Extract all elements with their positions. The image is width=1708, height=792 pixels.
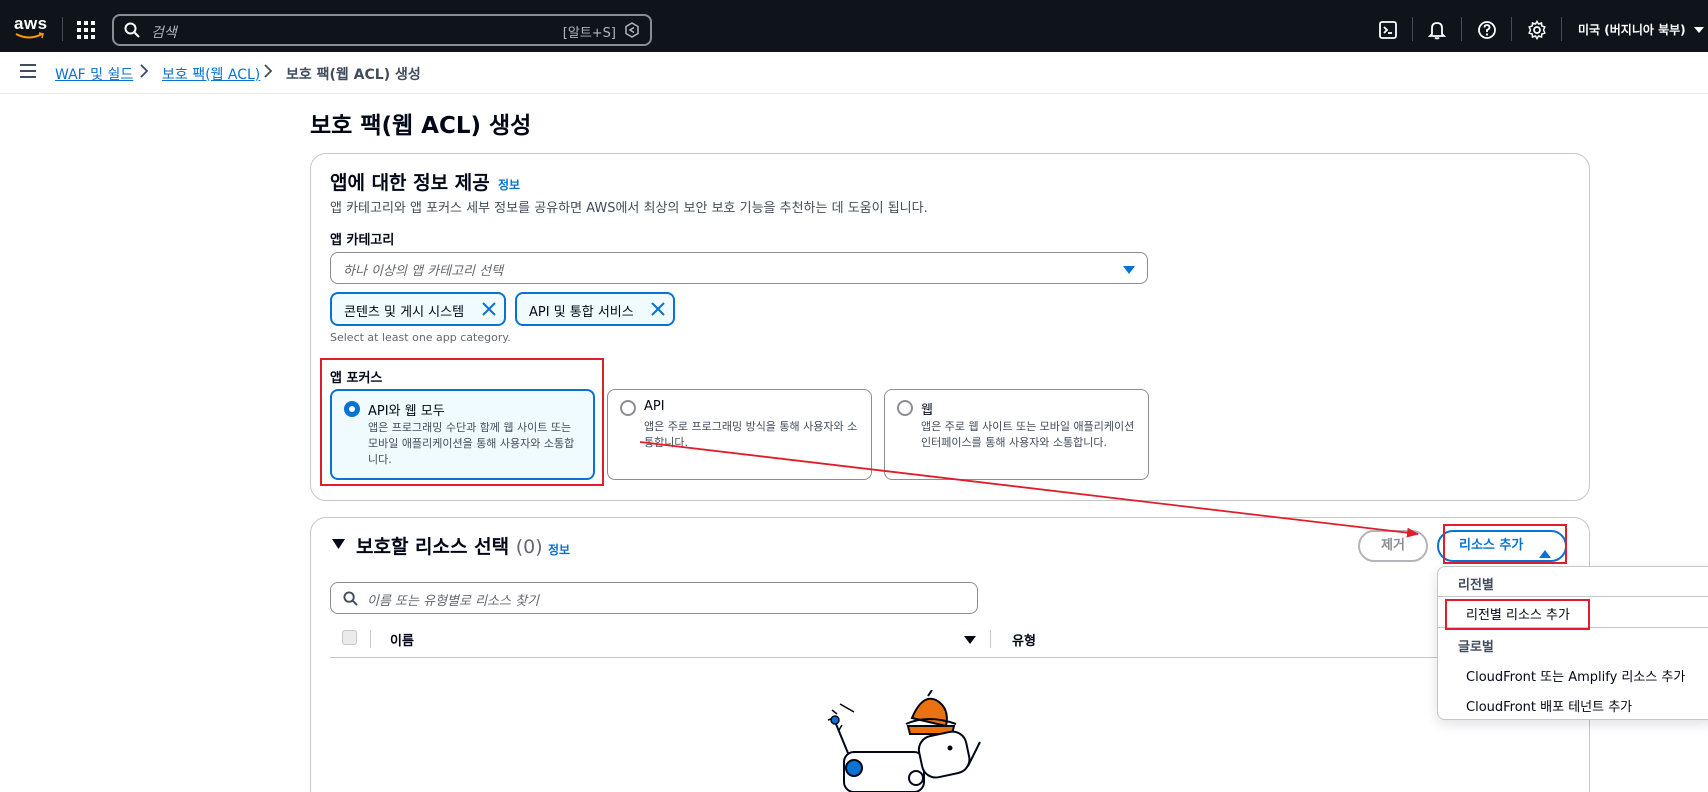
annotation-arrow	[639, 441, 1419, 538]
